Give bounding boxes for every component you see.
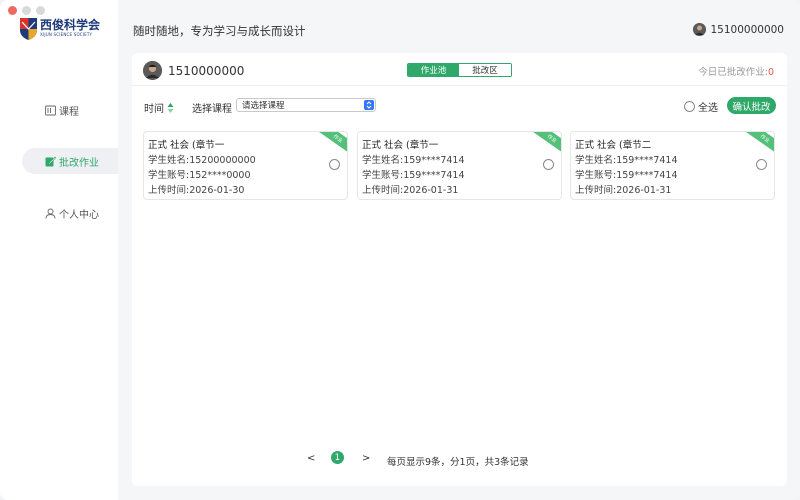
card-student-name: 学生姓名:159****7414: [575, 155, 678, 166]
header-user-menu[interactable]: 15100000000: [692, 23, 785, 36]
sidebar-item-label: 批改作业: [59, 157, 99, 169]
card-upload-time: 上传时间:2026-01-30: [148, 185, 245, 196]
brand-name-cn: 西俊科学会: [40, 18, 101, 32]
prev-page-button[interactable]: <: [307, 453, 315, 464]
brand-name-en: XIJUN SCIENCE SOCIETY: [40, 32, 93, 37]
shield-logo-icon: [20, 18, 37, 40]
card-title: 正式 社会 (章节二: [575, 140, 652, 151]
homework-card[interactable]: 作业 正式 社会 (章节二 学生姓名:159****7414 学生账号:159*…: [570, 131, 775, 200]
page-number-button[interactable]: 1: [331, 451, 344, 464]
homework-card[interactable]: 作业 正式 社会 (章节一 学生姓名:159****7414 学生账号:159*…: [357, 131, 562, 200]
homework-panel: 1510000000 作业池 批改区 今日已批改作业:0 时间 选择课程 请选择…: [132, 53, 787, 486]
brand-logo: 西俊科学会 XIJUN SCIENCE SOCIETY: [20, 18, 100, 40]
app-window: 西俊科学会 XIJUN SCIENCE SOCIETY 课程 批改作业 个人中心…: [0, 0, 800, 500]
card-student-account: 学生账号:159****7414: [362, 170, 465, 181]
homework-ribbon: 作业: [741, 132, 774, 158]
select-all-label: 全选: [698, 103, 718, 114]
confirm-grading-button[interactable]: 确认批改: [727, 97, 776, 114]
avatar: [692, 23, 706, 36]
minimize-window-button[interactable]: [22, 6, 31, 15]
edit-icon: [44, 155, 56, 167]
select-all-toggle[interactable]: 全选: [684, 99, 718, 114]
sort-arrows-icon: [167, 102, 174, 113]
today-graded-value: 0: [767, 67, 774, 78]
slogan-text: 随时随地，专为学习与成长而设计: [133, 24, 306, 38]
card-student-account: 学生账号:159****7414: [575, 170, 678, 181]
course-select[interactable]: 请选择课程: [236, 98, 376, 112]
sidebar-item-grade-homework[interactable]: 批改作业: [22, 148, 118, 174]
header-username: 15100000000: [710, 23, 785, 36]
close-window-button[interactable]: [8, 6, 17, 15]
homework-ribbon: 作业: [528, 132, 561, 158]
sidebar-item-course[interactable]: 课程: [22, 97, 118, 123]
person-icon: [44, 207, 56, 219]
panel-toolbar: 1510000000 作业池 批改区 今日已批改作业:0: [132, 53, 787, 86]
card-select-radio[interactable]: [543, 159, 554, 170]
card-student-account: 学生账号:152****0000: [148, 170, 251, 181]
card-upload-time: 上传时间:2026-01-31: [362, 185, 459, 196]
card-student-name: 学生姓名:159****7414: [362, 155, 465, 166]
tab-grading-area[interactable]: 批改区: [459, 64, 511, 76]
time-sort-label: 时间: [144, 104, 164, 115]
card-student-name: 学生姓名:15200000000: [148, 155, 256, 166]
card-title: 正式 社会 (章节一: [148, 140, 225, 151]
card-upload-time: 上传时间:2026-01-31: [575, 185, 672, 196]
card-select-radio[interactable]: [756, 159, 767, 170]
today-graded-count: 今日已批改作业:0: [698, 64, 774, 78]
sidebar-item-personal-center[interactable]: 个人中心: [22, 200, 118, 226]
course-select-label: 选择课程: [192, 104, 232, 115]
homework-card[interactable]: 作业 正式 社会 (章节一 学生姓名:15200000000 学生账号:152*…: [143, 131, 348, 200]
filter-bar: 时间 选择课程 请选择课程 全选 确认批改: [132, 97, 787, 117]
panel-username: 1510000000: [168, 63, 245, 78]
next-page-button[interactable]: >: [362, 453, 370, 464]
sidebar: 西俊科学会 XIJUN SCIENCE SOCIETY 课程 批改作业 个人中心: [0, 0, 118, 500]
top-header: 随时随地，专为学习与成长而设计 15100000000: [118, 0, 800, 50]
maximize-window-button[interactable]: [36, 6, 45, 15]
card-select-radio[interactable]: [329, 159, 340, 170]
today-graded-label: 今日已批改作业:: [698, 67, 768, 78]
sidebar-item-label: 个人中心: [59, 209, 99, 221]
avatar: [143, 61, 162, 80]
homework-ribbon: 作业: [314, 132, 347, 158]
select-all-radio[interactable]: [684, 101, 695, 112]
course-select-value: 请选择课程: [242, 101, 285, 111]
card-title: 正式 社会 (章节一: [362, 140, 439, 151]
window-controls: [8, 6, 45, 15]
panel-user: 1510000000: [143, 61, 244, 80]
sidebar-item-label: 课程: [59, 106, 79, 118]
book-icon: [44, 104, 56, 116]
mode-tabs: 作业池 批改区: [407, 63, 512, 77]
tab-homework-pool[interactable]: 作业池: [408, 64, 459, 76]
time-sort-button[interactable]: 时间: [144, 100, 174, 115]
pagination-info: 每页显示9条，分1页，共3条记录: [387, 457, 529, 468]
pagination: < 1 > 每页显示9条，分1页，共3条记录: [132, 449, 787, 469]
select-arrows-icon: [364, 100, 374, 110]
